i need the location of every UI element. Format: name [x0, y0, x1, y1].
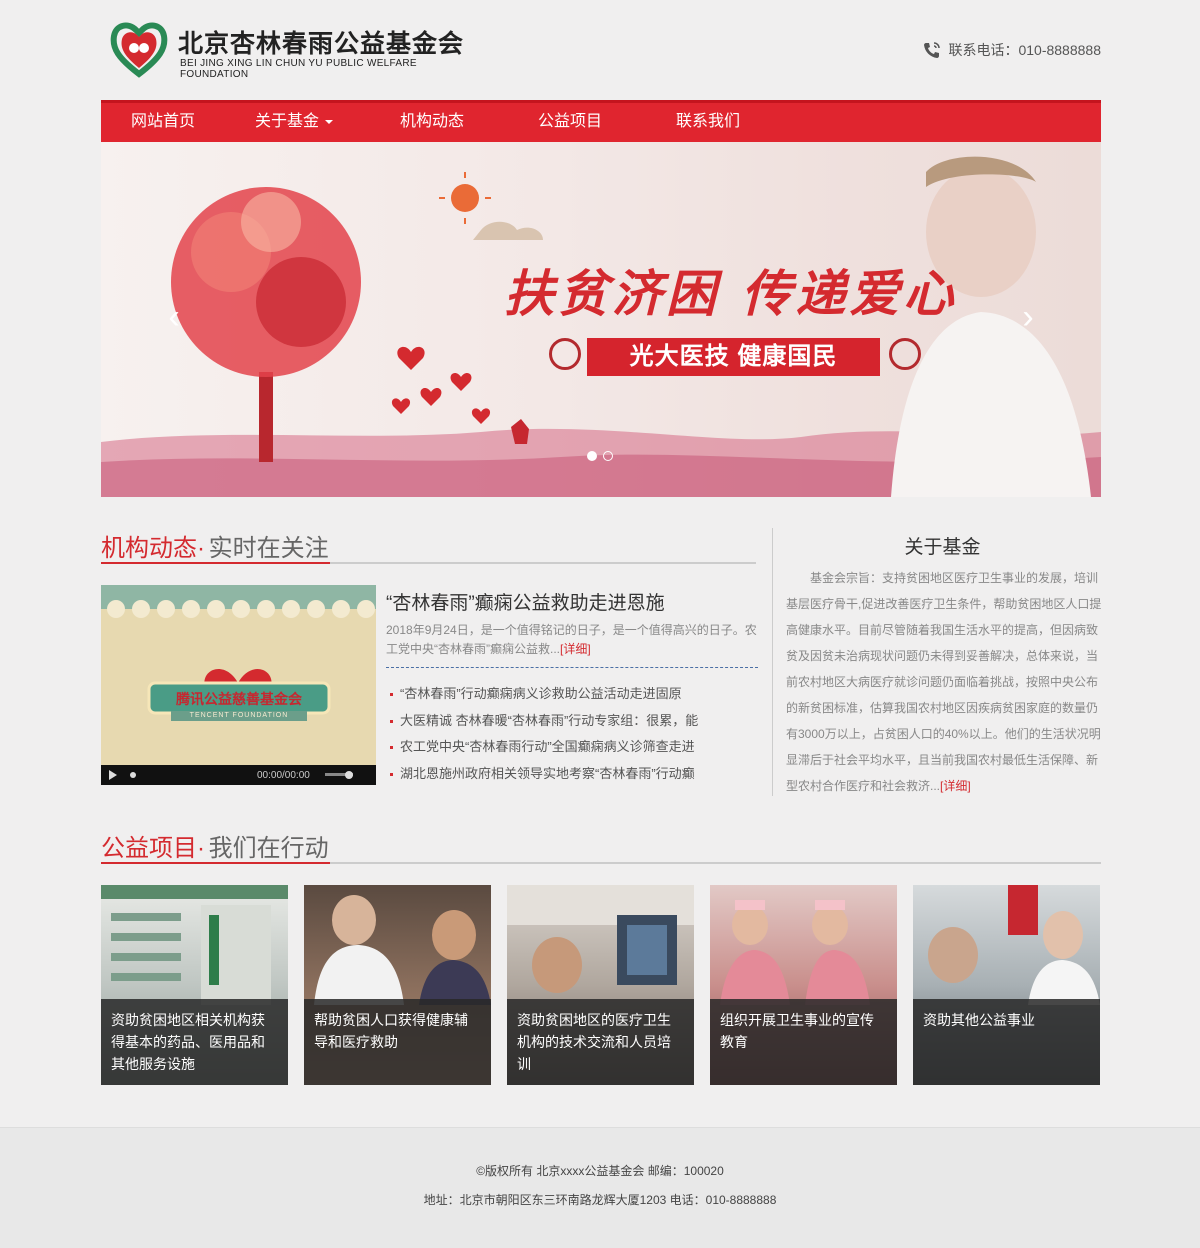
video-thumbnail [101, 585, 376, 785]
news-section-header: 机构动态· 实时在关注 [101, 528, 756, 564]
nav-news[interactable]: 机构动态 [363, 103, 501, 142]
news-list-item[interactable]: 湖北恩施州政府相关领导实地考察“杏林春雨”行动癫 [386, 761, 758, 788]
projects-grid: 资助贫困地区相关机构获得基本的药品、医用品和其他服务设施 帮助贫困人口获得健康辅… [101, 885, 1101, 1085]
site-footer: ©版权所有 北京xxxx公益基金会 邮编：100020 地址：北京市朝阳区东三环… [0, 1127, 1200, 1248]
projects-section-header: 公益项目· 我们在行动 [101, 828, 1101, 864]
news-video-player[interactable]: 腾讯公益慈善基金会 TENCENT FOUNDATION 00:00/00:00 [101, 585, 376, 785]
health-education-image [720, 900, 870, 1005]
heart-logo-icon [110, 22, 168, 78]
footer-copyright: ©版权所有 北京xxxx公益基金会 邮编：100020 [476, 1164, 724, 1178]
project-card[interactable]: 资助贫困地区的医疗卫生机构的技术交流和人员培训 [507, 885, 694, 1085]
nav-projects-label: 公益项目 [537, 113, 602, 130]
project-card[interactable]: 资助贫困地区相关机构获得基本的药品、医用品和其他服务设施 [101, 885, 288, 1085]
news-section-title: 机构动态· [101, 535, 205, 562]
footer-address: 地址：北京市朝阳区东三环南路龙辉大厦1203 电话：010-8888888 [423, 1193, 777, 1207]
logo-english-name: BEI JING XING LIN CHUN YU PUBLIC WELFARE… [180, 58, 417, 80]
nav-about-label: 关于基金 [254, 113, 319, 130]
video-badge-text: 腾讯公益慈善基金会 [176, 691, 302, 707]
about-body: 基金会宗旨：支持贫困地区医疗卫生事业的发展，培训基层医疗骨干,促进改善医疗卫生条… [786, 571, 1102, 793]
featured-news-summary: 2018年9月24日，是一个值得铭记的日子，是一个值得高兴的日子。农工党中央“杏… [386, 621, 758, 659]
column-divider [772, 528, 773, 796]
nav-projects[interactable]: 公益项目 [501, 103, 639, 142]
project-caption: 组织开展卫生事业的宣传教育 [710, 999, 897, 1085]
news-section-underline [101, 562, 330, 564]
about-text: 基金会宗旨：支持贫困地区医疗卫生事业的发展，培训基层医疗骨干,促进改善医疗卫生条… [786, 565, 1102, 799]
news-list-item[interactable]: “杏林春雨”行动癫痫病义诊救助公益活动走进固原 [386, 681, 758, 708]
main-nav: 网站首页 关于基金 机构动态 公益项目 联系我们 [101, 100, 1101, 142]
hero-carousel[interactable]: 扶贫济困 传递爱心 光大医技 健康国民 ‹ › [101, 142, 1101, 497]
training-exchange-image [507, 885, 694, 993]
logo-chinese-name: 北京杏林春雨公益基金会 [178, 29, 465, 58]
doctor-consult-image [314, 895, 491, 1005]
site-header: 北京杏林春雨公益基金会 BEI JING XING LIN CHUN YU PU… [0, 0, 1200, 100]
project-card[interactable]: 帮助贫困人口获得健康辅导和医疗救助 [304, 885, 491, 1085]
project-card[interactable]: 组织开展卫生事业的宣传教育 [710, 885, 897, 1085]
phone-icon [924, 42, 941, 58]
carousel-next-arrow-icon[interactable]: › [1013, 300, 1043, 334]
news-list-item[interactable]: 农工党中央“杏林春雨行动”全国癫痫病义诊筛查走进 [386, 734, 758, 761]
nav-contact[interactable]: 联系我们 [639, 103, 777, 142]
featured-news-more-link[interactable]: [详细] [560, 642, 591, 656]
carousel-prev-arrow-icon[interactable]: ‹ [159, 300, 189, 334]
nav-home-label: 网站首页 [130, 113, 195, 130]
other-charity-image [928, 885, 1100, 1005]
site-logo[interactable]: 北京杏林春雨公益基金会 BEI JING XING LIN CHUN YU PU… [108, 18, 488, 80]
banner-ring-right [889, 338, 921, 370]
pharmacy-shelves-image [101, 885, 288, 1005]
about-title: 关于基金 [904, 537, 981, 558]
projects-section-title: 公益项目· [101, 835, 205, 862]
projects-section-underline [101, 862, 330, 864]
banner-tagline: 光大医技 健康国民 [587, 338, 880, 376]
news-divider [386, 667, 758, 668]
header-phone: 联系电话：010-8888888 [922, 40, 1101, 60]
project-caption: 资助贫困地区的医疗卫生机构的技术交流和人员培训 [507, 999, 694, 1085]
projects-section-subtitle: 我们在行动 [208, 835, 329, 862]
news-list-item[interactable]: 大医精诚 杏林春暖“杏林春雨”行动专家组：很累，能 [386, 708, 758, 735]
video-time: 00:00/00:00 [257, 770, 310, 781]
banner-slogan: 扶贫济困 传递爱心 [504, 264, 958, 323]
banner-ring-left [549, 338, 581, 370]
news-list: “杏林春雨”行动癫痫病义诊救助公益活动走进固原 大医精诚 杏林春暖“杏林春雨”行… [386, 681, 758, 787]
nav-home[interactable]: 网站首页 [101, 103, 225, 142]
featured-news-title[interactable]: “杏林春雨”癫痫公益救助走进恩施 [386, 588, 665, 615]
project-caption: 资助贫困地区相关机构获得基本的药品、医用品和其他服务设施 [101, 999, 288, 1085]
phone-text: 联系电话：010-8888888 [948, 42, 1101, 58]
project-card[interactable]: 资助其他公益事业 [913, 885, 1100, 1085]
nav-contact-label: 联系我们 [675, 113, 740, 130]
carousel-dot-1[interactable] [587, 451, 597, 461]
carousel-indicators [587, 451, 613, 461]
news-section-subtitle: 实时在关注 [208, 535, 329, 562]
about-more-link[interactable]: [详细] [940, 779, 971, 793]
video-badge-en: TENCENT FOUNDATION [189, 712, 289, 719]
nav-about-dropdown[interactable]: 关于基金 [225, 103, 363, 142]
project-caption: 帮助贫困人口获得健康辅导和医疗救助 [304, 999, 491, 1085]
project-caption: 资助其他公益事业 [913, 999, 1100, 1085]
nav-news-label: 机构动态 [399, 113, 464, 130]
caret-down-icon [325, 119, 333, 124]
carousel-dot-2[interactable] [603, 451, 613, 461]
